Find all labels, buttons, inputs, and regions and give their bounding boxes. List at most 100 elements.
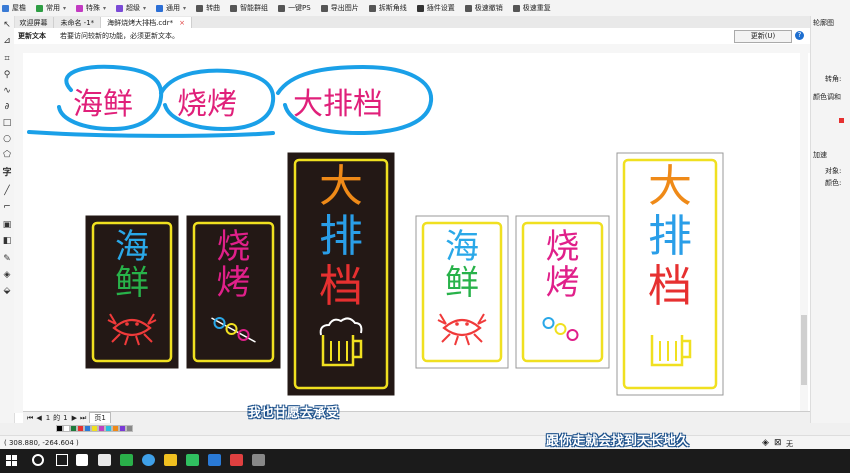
document-tab[interactable]: 未命名 -1*: [54, 17, 102, 28]
coreldraw-app-icon[interactable]: [230, 454, 243, 466]
tab-label: 海鲜烧烤大排档.cdr*: [107, 18, 174, 27]
sign-board[interactable]: 海鲜: [415, 215, 509, 369]
menu-item-label: 插件设置: [426, 4, 455, 12]
palette-swatch[interactable]: [77, 425, 84, 432]
connector-tool-icon[interactable]: ⌐: [2, 202, 12, 212]
menu-item-label: 超级: [126, 4, 141, 12]
heading: 海鲜 烧烤 大排档: [73, 87, 383, 122]
menu-item-icon: [320, 4, 328, 12]
palette-swatch[interactable]: [112, 425, 119, 432]
sign-character: 档: [648, 261, 692, 312]
freehand-tool-icon[interactable]: ∿: [2, 86, 12, 96]
sign-board[interactable]: 海鲜: [85, 215, 179, 369]
menu-item[interactable]: 一键PS: [276, 1, 313, 15]
crop-tool-icon[interactable]: ⌗: [2, 54, 12, 64]
sign-board[interactable]: 大排档: [616, 152, 724, 396]
menu-item[interactable]: 插件设置: [415, 1, 457, 15]
menu-item[interactable]: 导出图片: [319, 1, 361, 15]
windows-start-icon[interactable]: [6, 455, 18, 467]
document-tab[interactable]: 海鲜烧烤大排档.cdr* ×: [101, 17, 192, 28]
no-fill-icon[interactable]: ⊠: [774, 438, 782, 448]
rectangle-tool-icon[interactable]: □: [2, 118, 12, 128]
menu-item[interactable]: 拆斯角线: [367, 1, 409, 15]
palette-swatch[interactable]: [126, 425, 133, 432]
ellipse-tool-icon[interactable]: ○: [2, 134, 12, 144]
chat-app-icon[interactable]: [186, 454, 199, 466]
palette-swatch[interactable]: [70, 425, 77, 432]
line-tool-icon[interactable]: ╱: [2, 186, 12, 196]
tab-label: 欢迎屏幕: [19, 18, 48, 27]
heading-word: 海鲜: [73, 87, 133, 122]
close-tab-icon[interactable]: ×: [179, 19, 185, 27]
menu-item[interactable]: 超级 ▾: [114, 1, 148, 15]
fill-indicator-icon[interactable]: ◈: [762, 438, 769, 448]
page-total: 1: [63, 414, 68, 422]
menu-item[interactable]: 转曲: [194, 1, 222, 15]
chevron-down-icon[interactable]: ▾: [63, 5, 66, 12]
sign-character: 鲜: [115, 263, 149, 303]
transparency-tool-icon[interactable]: ◧: [2, 236, 12, 246]
eyedropper-tool-icon[interactable]: ✎: [2, 254, 12, 264]
menu-item-label: 一键PS: [288, 4, 311, 12]
pick-tool-icon[interactable]: ↖: [2, 20, 12, 30]
artistic-media-icon[interactable]: ∂: [2, 102, 12, 112]
sign-board[interactable]: 大排档: [287, 152, 395, 396]
taskbar: [0, 449, 850, 473]
menu-item[interactable]: 特殊 ▾: [74, 1, 108, 15]
shape-tool-icon[interactable]: ⊿: [2, 36, 12, 46]
palette-swatch[interactable]: [98, 425, 105, 432]
shadow-tool-icon[interactable]: ▣: [2, 220, 12, 230]
chevron-down-icon[interactable]: ▾: [143, 5, 146, 12]
palette-swatch[interactable]: [63, 425, 70, 432]
prev-page-icon[interactable]: ◀: [36, 414, 41, 422]
menu-item[interactable]: 极速撤销: [463, 1, 505, 15]
subtitle-line-1: 我也甘愿去承受: [248, 406, 340, 421]
vertical-scrollbar[interactable]: [800, 53, 808, 411]
interactive-fill-icon[interactable]: ⬙: [2, 286, 12, 296]
polygon-tool-icon[interactable]: ⬠: [2, 150, 12, 160]
page-index[interactable]: 1: [46, 414, 50, 422]
fill-tool-icon[interactable]: ◈: [2, 270, 12, 280]
last-page-icon[interactable]: ⏭: [80, 414, 86, 423]
menu-item-icon: [512, 4, 520, 12]
menu-item[interactable]: 智能群组: [228, 1, 270, 15]
signs-layer: 海鲜烧烤大排档海鲜烧烤大排档: [85, 152, 724, 396]
first-page-icon[interactable]: ⏮: [27, 414, 33, 423]
sign-board[interactable]: 烧烤: [186, 215, 281, 369]
green-app-icon[interactable]: [120, 454, 133, 466]
camera-app-icon[interactable]: [76, 454, 88, 466]
palette-swatch[interactable]: [91, 425, 98, 432]
menu-item[interactable]: 屋檐: [0, 1, 28, 15]
palette-swatch[interactable]: [119, 425, 126, 432]
notice-message: 若要访问较新的功能，必须更新文本。: [60, 32, 179, 40]
app-icon[interactable]: [252, 454, 265, 466]
sign-board[interactable]: 烧烤: [515, 215, 610, 369]
help-icon[interactable]: ?: [795, 31, 804, 40]
menu-item[interactable]: 极速重复: [511, 1, 553, 15]
update-button[interactable]: 更新(U): [734, 30, 792, 43]
chevron-down-icon[interactable]: ▾: [103, 5, 106, 12]
color-swatch[interactable]: [839, 118, 844, 123]
media-app-icon[interactable]: [98, 454, 111, 466]
color-palette: [0, 423, 850, 435]
fill-none-label: 无: [786, 440, 793, 448]
task-view-icon[interactable]: [56, 454, 68, 466]
drawing-canvas[interactable]: 海鲜 烧烤 大排档 海鲜烧烤大排档海鲜烧烤大排档: [23, 53, 810, 411]
palette-swatch[interactable]: [105, 425, 112, 432]
sign-character: 大: [319, 161, 363, 212]
document-tab[interactable]: 欢迎屏幕: [13, 17, 55, 28]
palette-swatch[interactable]: [56, 425, 63, 432]
search-icon[interactable]: [32, 454, 44, 466]
menu-item[interactable]: 通用 ▾: [154, 1, 188, 15]
text-tool-icon[interactable]: 字: [2, 168, 12, 178]
menu-item-icon: [2, 4, 9, 12]
browser-icon[interactable]: [142, 454, 155, 466]
next-page-icon[interactable]: ▶: [72, 414, 77, 422]
zoom-tool-icon[interactable]: ⚲: [2, 70, 12, 80]
palette-swatch[interactable]: [84, 425, 91, 432]
chevron-down-icon[interactable]: ▾: [183, 5, 186, 12]
menu-item[interactable]: 常用 ▾: [34, 1, 68, 15]
folder-icon[interactable]: [164, 454, 177, 466]
editor-app-icon[interactable]: [208, 454, 221, 466]
sign-character: 烧: [217, 227, 251, 267]
